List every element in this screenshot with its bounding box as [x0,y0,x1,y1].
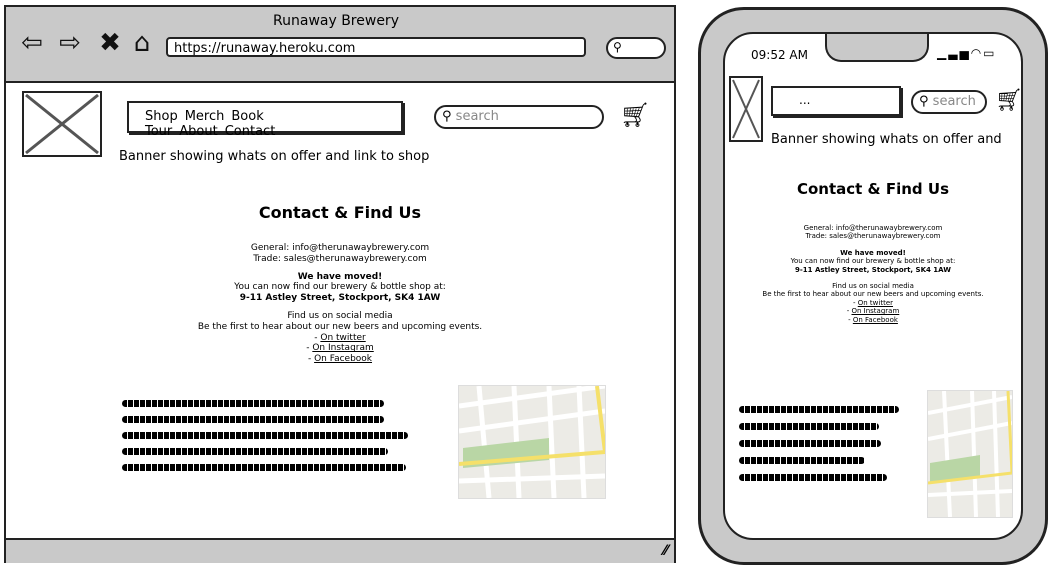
facebook-link[interactable]: On Facebook [853,316,898,324]
wifi-icon: ◠ [970,46,984,60]
browser-chrome: Runaway Brewery ⇦ ⇨ ✖ ⌂ https://runaway.… [6,7,674,83]
contact-info: General: info@therunawaybrewery.com Trad… [6,243,674,365]
image-placeholder-icon [25,93,99,155]
cart-icon[interactable]: 🛒︎ [995,88,1021,113]
status-icons: ▁▃▅◠▭ [937,46,997,60]
placeholder-text-line [739,440,881,447]
moved-text: You can now find our brewery & bottle sh… [234,282,446,293]
resize-handle-icon[interactable]: ⁄⁄ [663,543,668,559]
placeholder-text-line [739,423,879,430]
general-email[interactable]: General: info@therunawaybrewery.com [6,243,674,254]
moved-title: We have moved! [297,271,383,282]
search-icon: ⚲ [442,109,452,124]
forward-arrow-icon[interactable]: ⇨ [56,29,84,57]
status-time: 09:52 AM [751,48,808,62]
placeholder-text-line [122,448,388,455]
placeholder-text-line [122,464,406,471]
twitter-link[interactable]: On twitter [320,333,365,343]
social-text: Be the first to hear about our new beers… [197,321,483,332]
logo-placeholder [729,76,763,142]
social-text: Be the first to hear about our new beers… [762,290,984,299]
trade-email[interactable]: Trade: sales@therunawaybrewery.com [725,232,1021,240]
instagram-link[interactable]: On Instagram [312,343,373,353]
close-icon[interactable]: ✖ [96,29,124,57]
placeholder-text-line [739,474,887,481]
browser-search-button[interactable]: ⚲ [606,37,666,59]
general-email[interactable]: General: info@therunawaybrewery.com [725,224,1021,232]
nav-contact[interactable]: Contact [225,124,276,139]
search-placeholder: search [932,94,976,109]
placeholder-text-line [739,457,865,464]
nav-about[interactable]: About [179,124,217,139]
placeholder-text-line [739,406,899,413]
address: 9-11 Astley Street, Stockport, SK4 1AW [239,293,441,304]
search-icon: ⚲ [919,94,929,109]
contact-info: General: info@therunawaybrewery.com Trad… [725,224,1021,324]
location-map[interactable] [927,390,1013,518]
moved-title: We have moved! [840,248,906,257]
page-title: Contact & Find Us [258,203,422,222]
trade-email[interactable]: Trade: sales@therunawaybrewery.com [6,254,674,265]
desktop-browser-window: Runaway Brewery ⇦ ⇨ ✖ ⌂ https://runaway.… [4,5,676,563]
phone-notch [825,34,929,62]
cart-icon[interactable]: 🛒︎ [620,101,650,129]
nav-merch[interactable]: Merch [185,109,225,124]
address: 9-11 Astley Street, Stockport, SK4 1AW [795,265,951,274]
signal-icon: ▁▃▅ [937,46,971,60]
social-title: Find us on social media [832,281,914,290]
browser-status-bar: ⁄⁄ [6,538,674,563]
nav-shop[interactable]: Shop [145,109,178,124]
social-title: Find us on social media [287,310,393,321]
mobile-phone-frame: 09:52 AM ▁▃▅◠▭ ... ⚲ search 🛒︎ Banner sh… [698,7,1048,565]
url-bar[interactable]: https://runaway.heroku.com [166,37,586,57]
logo-placeholder [22,91,102,157]
mobile-search-field[interactable]: ... [771,86,901,116]
placeholder-text-line [122,416,384,423]
map-image [928,391,1012,517]
map-image [459,386,605,498]
battery-icon: ▭ [983,46,997,60]
image-placeholder-icon [732,79,760,139]
window-title: Runaway Brewery [273,13,399,29]
back-arrow-icon[interactable]: ⇦ [18,29,46,57]
twitter-link[interactable]: On twitter [858,299,893,307]
banner-text: Banner showing whats on offer and [771,132,1002,147]
search-icon: ⚲ [613,40,622,54]
moved-text: You can now find our brewery & bottle sh… [790,257,956,266]
banner-text: Banner showing whats on offer and link t… [119,149,430,164]
search-placeholder: search [455,109,499,124]
mobile-screen: 09:52 AM ▁▃▅◠▭ ... ⚲ search 🛒︎ Banner sh… [723,32,1023,540]
facebook-link[interactable]: On Facebook [314,354,372,364]
page-title: Contact & Find Us [796,180,949,198]
mobile-search-input[interactable]: ⚲ search [911,90,987,114]
home-icon[interactable]: ⌂ [128,29,156,57]
site-search-input[interactable]: ⚲ search [434,105,604,129]
location-map[interactable] [458,385,606,499]
placeholder-text-line [122,400,384,407]
main-nav: Shop Merch Book Tour About Contact [127,101,403,139]
placeholder-text-line [122,432,408,439]
instagram-link[interactable]: On Instagram [851,307,899,315]
